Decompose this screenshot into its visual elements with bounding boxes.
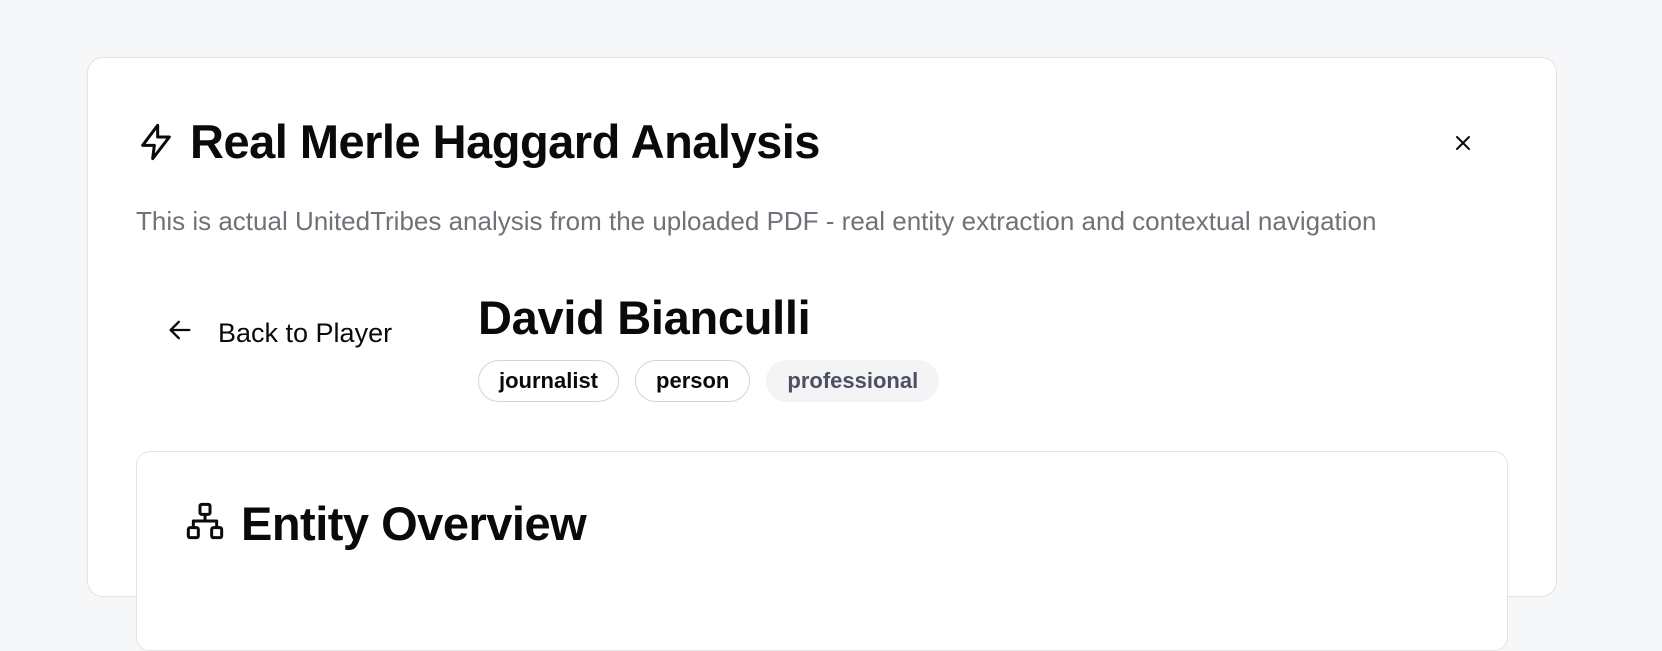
entity-overview-title: Entity Overview — [241, 497, 587, 550]
back-button-label[interactable]: Back to Player — [218, 318, 392, 349]
back-to-player-button[interactable]: Back to Player — [166, 316, 392, 351]
analysis-dialog: Real Merle Haggard Analysis This is actu… — [87, 57, 1557, 651]
entity-tags: journalist person professional — [478, 360, 940, 402]
entity-overview-card: Entity Overview — [136, 451, 1508, 651]
dialog-title: Real Merle Haggard Analysis — [190, 115, 820, 168]
lightning-icon — [136, 122, 176, 162]
dialog-header: Real Merle Haggard Analysis — [136, 118, 820, 165]
tag-person[interactable]: person — [635, 360, 751, 402]
close-icon[interactable] — [1455, 135, 1471, 156]
arrow-left-icon[interactable] — [166, 316, 194, 351]
tag-journalist[interactable]: journalist — [478, 360, 620, 402]
tag-professional[interactable]: professional — [766, 360, 940, 402]
dialog-description: This is actual UnitedTribes analysis fro… — [136, 206, 1377, 236]
hierarchy-icon — [185, 501, 225, 546]
entity-name: David Bianculli — [478, 291, 811, 344]
close-button[interactable] — [1448, 130, 1478, 160]
entity-overview-header: Entity Overview — [185, 497, 587, 550]
